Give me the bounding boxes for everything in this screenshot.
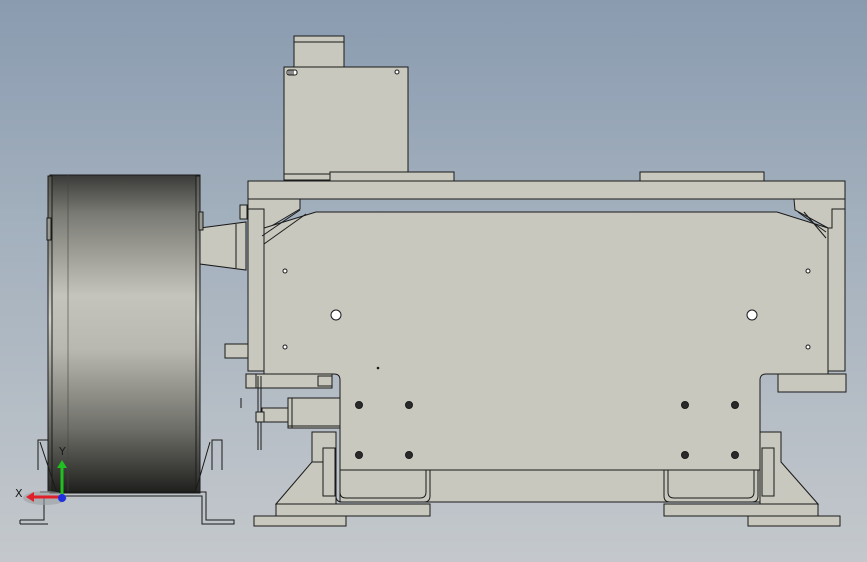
hole (805, 268, 811, 274)
hole (282, 344, 288, 350)
bottom-rail[interactable] (335, 469, 761, 503)
main-frame[interactable] (247, 198, 847, 471)
x-axis-label: X (15, 487, 23, 500)
bolt (355, 401, 363, 409)
base-left-footpad (253, 515, 347, 527)
drum-body (49, 174, 201, 494)
motor-body (283, 66, 409, 180)
y-axis-label: Y (58, 445, 66, 458)
bolt (405, 451, 413, 459)
cable-reel-drum[interactable] (46, 174, 204, 494)
frame-right-foot-block (777, 373, 847, 393)
drum-mount-arm (199, 221, 247, 271)
motor-screw (394, 69, 400, 75)
motor-connector (293, 35, 345, 69)
bolt (355, 451, 363, 459)
base-left-block (322, 447, 336, 497)
stand-right-leg (211, 439, 223, 470)
hole (805, 344, 811, 350)
bolt (681, 451, 689, 459)
hole (330, 309, 342, 321)
frame-body (263, 211, 829, 471)
stand-left-leg (37, 439, 49, 470)
side-stub (224, 343, 249, 359)
hole (746, 309, 758, 321)
bottom-rail-bar (339, 469, 761, 503)
top-rail[interactable] (247, 171, 846, 200)
base-right-plate (663, 503, 819, 517)
bolt (731, 401, 739, 409)
base-right-footpad (747, 515, 841, 527)
bolt (405, 401, 413, 409)
servo-motor[interactable] (283, 35, 409, 181)
top-plate (247, 180, 846, 200)
base-right-block (761, 447, 775, 497)
bolt (731, 451, 739, 459)
limit-sensor (287, 397, 341, 429)
z-axis-dot (58, 494, 66, 502)
mount-tab (239, 204, 248, 220)
cad-viewport[interactable]: X Y (0, 0, 867, 562)
hole (282, 268, 288, 274)
base-left-plate (275, 503, 431, 517)
frame-left-post (247, 198, 265, 372)
bolt (681, 401, 689, 409)
